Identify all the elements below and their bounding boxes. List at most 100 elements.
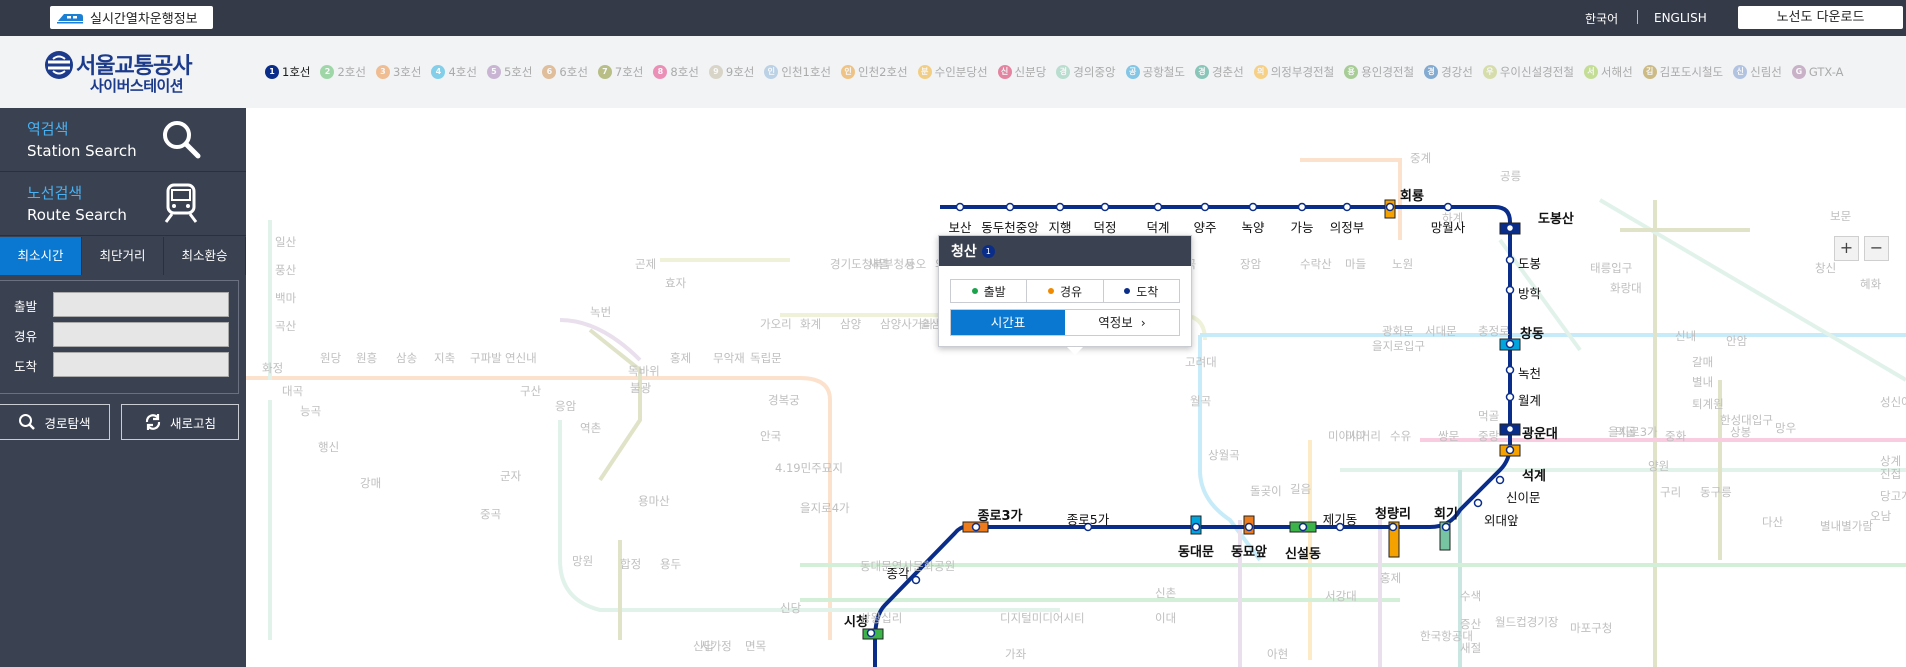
faded-station-label[interactable]: 마들 xyxy=(1345,257,1366,271)
line-tab[interactable]: 3 3호선 xyxy=(375,64,421,80)
station-marker[interactable] xyxy=(1441,522,1451,532)
faded-station-label[interactable]: 망우 xyxy=(1775,421,1796,435)
station-label[interactable]: 가능 xyxy=(1290,220,1313,235)
faded-station-label[interactable]: 독립문 xyxy=(750,351,782,365)
faded-station-label[interactable]: 별내 xyxy=(1692,375,1713,389)
station-label[interactable]: 신설동 xyxy=(1285,547,1321,562)
faded-station-label[interactable]: 월곡 xyxy=(1190,394,1211,408)
faded-station-label[interactable]: 먹골 xyxy=(1478,409,1499,423)
faded-station-label[interactable]: 중곡 xyxy=(480,507,501,521)
faded-station-label[interactable]: 4.19민주묘지 xyxy=(775,461,843,475)
station-marker[interactable] xyxy=(1495,475,1505,485)
station-marker[interactable] xyxy=(1244,522,1254,532)
station-label[interactable]: 신이문 xyxy=(1506,490,1541,505)
faded-station-label[interactable]: 디지털미디어시티 xyxy=(1000,611,1085,625)
faded-station-label[interactable]: 오남 xyxy=(1870,509,1892,523)
line-tab[interactable]: 인 인천1호선 xyxy=(764,64,831,80)
timetable-tab[interactable]: 시간표 xyxy=(951,310,1065,335)
line-tab[interactable]: 4 4호선 xyxy=(431,64,477,80)
realtime-train-info-button[interactable]: 실시간열차운행정보 xyxy=(50,6,213,29)
station-marker[interactable] xyxy=(1505,285,1515,295)
station-label[interactable]: 보산 xyxy=(948,220,972,235)
faded-station-label[interactable]: 원흥 xyxy=(356,351,377,365)
station-label[interactable]: 도봉산 xyxy=(1538,211,1574,227)
station-label[interactable]: 지행 xyxy=(1048,220,1071,235)
faded-station-label[interactable]: 길음 xyxy=(1290,482,1311,496)
faded-station-label[interactable]: 서대문 xyxy=(1425,324,1457,338)
faded-station-label[interactable]: 성신여대입구 xyxy=(1880,395,1906,409)
station-marker[interactable] xyxy=(1248,202,1258,212)
subway-map[interactable]: 보산 동두천중앙 지행 덕정 덕계 양주 녹양 가능 의정부 회룡 망월사 도봉산 도봉 방학 창동 녹천 월계… xyxy=(246,108,1906,667)
faded-station-label[interactable]: 을지로입구 xyxy=(1372,339,1425,353)
station-marker[interactable] xyxy=(1505,424,1515,434)
station-marker[interactable] xyxy=(1153,202,1163,212)
line-tab[interactable]: G GTX-A xyxy=(1791,65,1844,79)
faded-station-label[interactable]: 합정 xyxy=(620,557,641,571)
station-label[interactable]: 동대문 xyxy=(1178,545,1214,560)
faded-station-label[interactable]: 삼송 xyxy=(396,351,417,365)
tab-shortest-distance[interactable]: 최단거리 xyxy=(82,237,164,275)
faded-station-label[interactable]: 가오리 xyxy=(760,317,792,331)
faded-station-label[interactable]: 구산 xyxy=(520,384,542,398)
faded-station-label[interactable]: 홍제 xyxy=(670,351,691,365)
faded-station-label[interactable]: 신내 xyxy=(1675,329,1696,343)
station-label[interactable]: 석계 xyxy=(1522,469,1546,484)
station-marker[interactable] xyxy=(866,628,876,638)
faded-station-label[interactable]: 장암 xyxy=(1240,257,1262,271)
faded-station-label[interactable]: 강매 xyxy=(360,476,381,490)
faded-station-label[interactable]: 마포구청 xyxy=(1570,621,1612,635)
logo[interactable]: 서울교통공사 사이버스테이션 xyxy=(44,48,194,95)
lang-korean-link[interactable]: 한국어 xyxy=(1585,10,1618,27)
line-tab[interactable]: 6 6호선 xyxy=(542,64,588,80)
station-marker[interactable] xyxy=(1505,365,1515,375)
station-label[interactable]: 월계 xyxy=(1518,393,1541,408)
faded-station-label[interactable]: 안국 xyxy=(760,429,781,443)
station-label[interactable]: 청량리 xyxy=(1375,506,1411,522)
faded-station-label[interactable]: 불광 xyxy=(630,381,652,395)
station-marker[interactable] xyxy=(1385,202,1395,212)
faded-station-label[interactable]: 화정 xyxy=(262,361,283,375)
station-marker[interactable] xyxy=(1191,522,1201,532)
faded-station-label[interactable]: 독바위 xyxy=(628,364,660,378)
station-label[interactable]: 동두천중앙 xyxy=(981,220,1039,235)
faded-station-label[interactable]: 가좌 xyxy=(1005,647,1027,661)
faded-station-label[interactable]: 다산 xyxy=(1762,515,1784,529)
station-label[interactable]: 광운대 xyxy=(1522,427,1558,442)
line-tab[interactable]: 공 공항철도 xyxy=(1125,64,1185,80)
faded-station-label[interactable]: 수유 xyxy=(1390,429,1411,443)
station-marker[interactable] xyxy=(1443,202,1453,212)
line-tab[interactable]: 8 8호선 xyxy=(653,64,699,80)
faded-station-label[interactable]: 구파발 xyxy=(470,351,502,365)
faded-station-label[interactable]: 연신내 xyxy=(505,351,537,365)
faded-station-label[interactable]: 백마 xyxy=(275,291,297,305)
station-marker[interactable] xyxy=(1298,522,1308,532)
via-input[interactable] xyxy=(53,322,229,347)
faded-station-label[interactable]: 사가정 xyxy=(700,639,732,653)
faded-station-label[interactable]: 용마산 xyxy=(638,494,670,508)
arrival-input[interactable] xyxy=(53,352,229,377)
faded-station-label[interactable]: 원당 xyxy=(320,351,342,365)
station-marker[interactable] xyxy=(1505,445,1515,455)
faded-station-label[interactable]: 보문 xyxy=(1830,209,1851,223)
station-label[interactable]: 외대앞 xyxy=(1484,513,1519,528)
line-tab[interactable]: 의 의정부경전철 xyxy=(1253,64,1334,80)
faded-station-label[interactable]: 안암 xyxy=(1726,334,1748,348)
faded-station-label[interactable]: 곡산 xyxy=(275,319,297,333)
faded-station-label[interactable]: 곤제 xyxy=(635,257,656,271)
faded-station-label[interactable]: 능곡 xyxy=(300,404,321,418)
faded-station-label[interactable]: 창신 xyxy=(1815,261,1836,275)
faded-station-label[interactable]: 중계 xyxy=(1410,151,1431,165)
lang-english-link[interactable]: ENGLISH xyxy=(1654,11,1707,25)
station-label[interactable]: 제기동 xyxy=(1323,512,1358,527)
faded-station-label[interactable]: 갈매 xyxy=(1692,355,1713,369)
set-departure-button[interactable]: 출발 xyxy=(951,280,1028,302)
station-label[interactable]: 창동 xyxy=(1520,326,1544,342)
refresh-button[interactable]: 새로고침 xyxy=(121,404,239,440)
faded-station-label[interactable]: 돌곶이 xyxy=(1250,484,1282,498)
line-tab[interactable]: 9 9호선 xyxy=(708,64,754,80)
faded-station-label[interactable]: 미아 xyxy=(1345,429,1367,443)
faded-station-label[interactable]: 당고개 xyxy=(1880,489,1906,503)
line-tab[interactable]: 7 7호선 xyxy=(597,64,643,80)
faded-station-label[interactable]: 노원 xyxy=(1392,257,1413,271)
faded-station-label[interactable]: 상봉 xyxy=(1730,425,1751,439)
